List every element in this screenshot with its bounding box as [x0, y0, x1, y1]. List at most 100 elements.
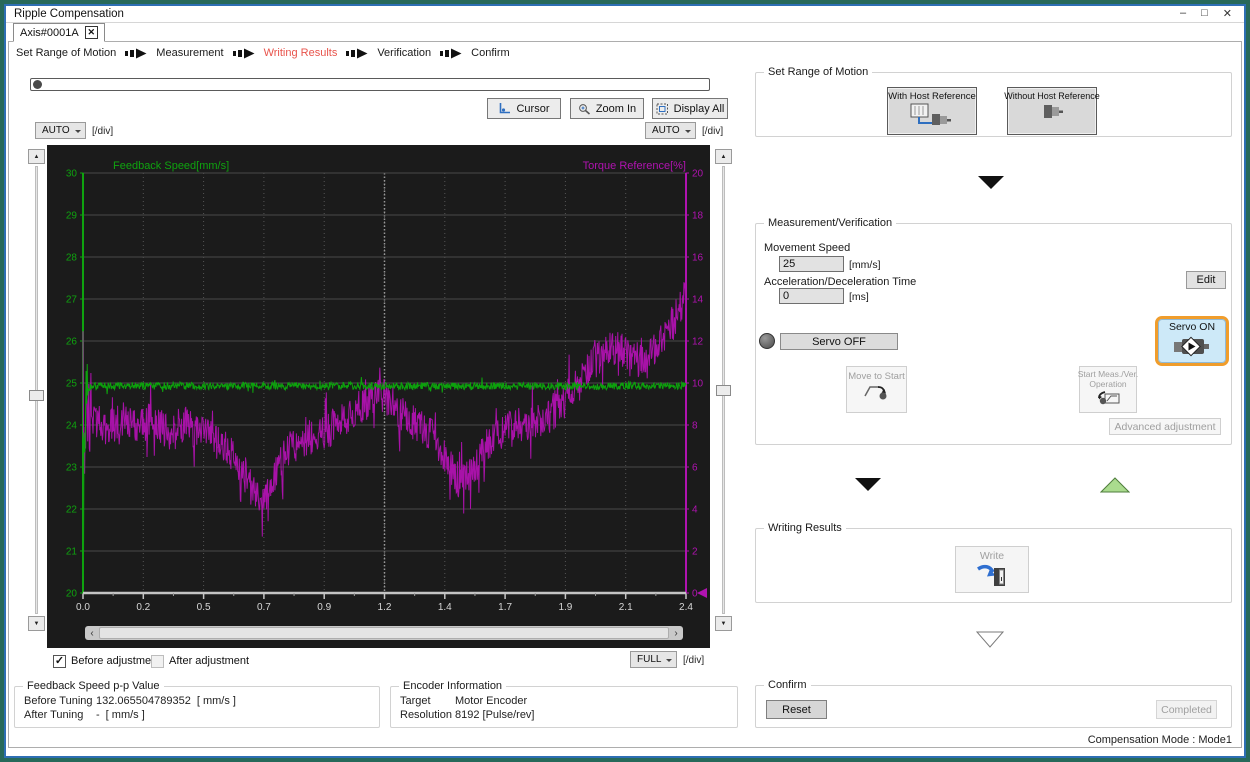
- ripple-compensation-window: Ripple Compensation – □ ✕ Axis#0001A ✕ S…: [0, 0, 1250, 762]
- encoder-target-row: Target Motor Encoder: [400, 695, 527, 707]
- svg-text:18: 18: [692, 211, 704, 222]
- advanced-adjustment-button[interactable]: Advanced adjustment: [1109, 418, 1221, 435]
- servo-on-button[interactable]: Servo ON: [1155, 316, 1229, 366]
- slider-up-icon[interactable]: ▲: [715, 149, 732, 164]
- svg-text:27: 27: [66, 295, 78, 306]
- pp-after-value: -: [96, 709, 100, 721]
- cursor-button[interactable]: Cursor: [487, 98, 561, 119]
- maximize-button[interactable]: □: [1201, 7, 1208, 20]
- before-adjustment-checkbox[interactable]: ✓: [53, 655, 66, 668]
- svg-text:Torque Reference[%]: Torque Reference[%]: [583, 160, 686, 172]
- before-adjustment-label: Before adjustment: [71, 655, 160, 667]
- operation-progress-bar: [30, 78, 710, 91]
- start-measurement-button[interactable]: Start Meas./Ver. Operation: [1079, 366, 1137, 413]
- edit-button[interactable]: Edit: [1186, 271, 1226, 289]
- encoder-info-title: Encoder Information: [399, 680, 506, 692]
- accel-time-label: Acceleration/Deceleration Time: [764, 276, 916, 288]
- workflow-arrow-icon: [125, 48, 147, 59]
- svg-text:6: 6: [692, 463, 698, 474]
- with-host-label: With Host Reference: [888, 91, 976, 102]
- pp-value-title: Feedback Speed p-p Value: [23, 680, 164, 692]
- pp-after-unit: [ mm/s ]: [106, 709, 145, 721]
- pp-after-label: After Tuning: [24, 709, 96, 721]
- right-scale-select[interactable]: AUTO: [645, 122, 696, 139]
- svg-text:23: 23: [66, 463, 78, 474]
- scrollbar-thumb[interactable]: [99, 627, 669, 639]
- servo-off-button[interactable]: Servo OFF: [780, 333, 898, 350]
- minimize-button[interactable]: –: [1180, 7, 1186, 20]
- svg-text:0.5: 0.5: [197, 602, 211, 613]
- set-range-group: Set Range of Motion With Host Reference …: [755, 72, 1232, 137]
- encoder-resolution-label: Resolution: [400, 709, 455, 721]
- write-button[interactable]: Write: [955, 546, 1029, 593]
- close-button[interactable]: ✕: [1223, 7, 1232, 20]
- left-scale-unit: [/div]: [92, 126, 113, 137]
- svg-text:0.9: 0.9: [317, 602, 331, 613]
- tab-close-icon[interactable]: ✕: [85, 26, 98, 39]
- without-host-label: Without Host Reference: [1004, 91, 1100, 101]
- svg-text:12: 12: [692, 337, 704, 348]
- workflow-steps: Set Range of MotionMeasurementWriting Re…: [16, 47, 510, 59]
- zoom-in-icon: [578, 103, 591, 115]
- with-host-reference-button[interactable]: With Host Reference: [887, 87, 977, 135]
- left-scale-select[interactable]: AUTO: [35, 122, 86, 139]
- without-host-reference-button[interactable]: Without Host Reference: [1007, 87, 1097, 135]
- zoom-in-button[interactable]: Zoom In: [570, 98, 644, 119]
- chevron-down-icon: [685, 130, 691, 136]
- svg-text:10: 10: [692, 379, 704, 390]
- slider-thumb[interactable]: [29, 390, 44, 401]
- slider-down-icon[interactable]: ▼: [28, 616, 45, 631]
- svg-text:25: 25: [66, 379, 78, 390]
- movement-speed-unit: [mm/s]: [849, 259, 881, 271]
- flow-up-arrow-icon: [1100, 477, 1130, 493]
- svg-text:8: 8: [692, 421, 698, 432]
- reset-button[interactable]: Reset: [766, 700, 827, 719]
- slider-up-icon[interactable]: ▲: [28, 149, 45, 164]
- display-all-button[interactable]: Display All: [652, 98, 728, 119]
- writing-results-title: Writing Results: [764, 522, 846, 534]
- after-adjustment-label: After adjustment: [169, 655, 249, 667]
- pp-after-row: After Tuning - [ mm/s ]: [24, 709, 145, 721]
- display-all-button-label: Display All: [674, 103, 725, 115]
- scroll-left-icon[interactable]: ‹: [85, 626, 99, 640]
- host-controller-servo-icon: [909, 102, 955, 128]
- svg-text:20: 20: [66, 589, 78, 600]
- flow-down-arrow-outline-icon: [976, 631, 1004, 648]
- svg-text:0: 0: [692, 589, 698, 600]
- svg-text:Feedback Speed[mm/s]: Feedback Speed[mm/s]: [113, 160, 229, 172]
- movement-speed-label: Movement Speed: [764, 242, 850, 254]
- workflow-step-4: Verification: [377, 47, 431, 59]
- start-measurement-label-2: Operation: [1089, 379, 1126, 389]
- slider-down-icon[interactable]: ▼: [715, 616, 732, 631]
- encoder-target-label: Target: [400, 695, 455, 707]
- move-to-start-button[interactable]: Move to Start: [846, 366, 907, 413]
- display-all-icon: [656, 103, 669, 115]
- chart-horizontal-scrollbar[interactable]: ‹ ›: [85, 626, 683, 640]
- right-scale-value: AUTO: [652, 125, 680, 136]
- accel-time-input[interactable]: [779, 288, 844, 304]
- flow-down-arrow-icon: [855, 478, 881, 491]
- set-range-title: Set Range of Motion: [764, 66, 872, 78]
- svg-text:2: 2: [692, 547, 698, 558]
- tab-axis-0001a[interactable]: Axis#0001A ✕: [13, 23, 105, 42]
- confirm-title: Confirm: [764, 679, 811, 691]
- movement-speed-input[interactable]: [779, 256, 844, 272]
- slider-thumb[interactable]: [716, 385, 731, 396]
- cursor-button-label: Cursor: [516, 103, 549, 115]
- start-measurement-label-1: Start Meas./Ver.: [1078, 369, 1138, 379]
- after-adjustment-checkbox[interactable]: [151, 655, 164, 668]
- svg-text:1.4: 1.4: [438, 602, 452, 613]
- svg-text:14: 14: [692, 295, 704, 306]
- right-axis-slider[interactable]: ▲ ▼: [715, 149, 732, 631]
- start-measurement-icon: [1095, 389, 1121, 406]
- workflow-step-5: Confirm: [471, 47, 510, 59]
- scroll-right-icon[interactable]: ›: [669, 626, 683, 640]
- svg-text:1.9: 1.9: [558, 602, 572, 613]
- window-controls: – □ ✕: [1180, 7, 1232, 20]
- svg-text:28: 28: [66, 253, 78, 264]
- completed-button[interactable]: Completed: [1156, 700, 1217, 719]
- time-scale-select[interactable]: FULL: [630, 651, 677, 668]
- left-axis-slider[interactable]: ▲ ▼: [28, 149, 45, 631]
- svg-text:0.2: 0.2: [136, 602, 150, 613]
- time-scale-value: FULL: [637, 654, 661, 665]
